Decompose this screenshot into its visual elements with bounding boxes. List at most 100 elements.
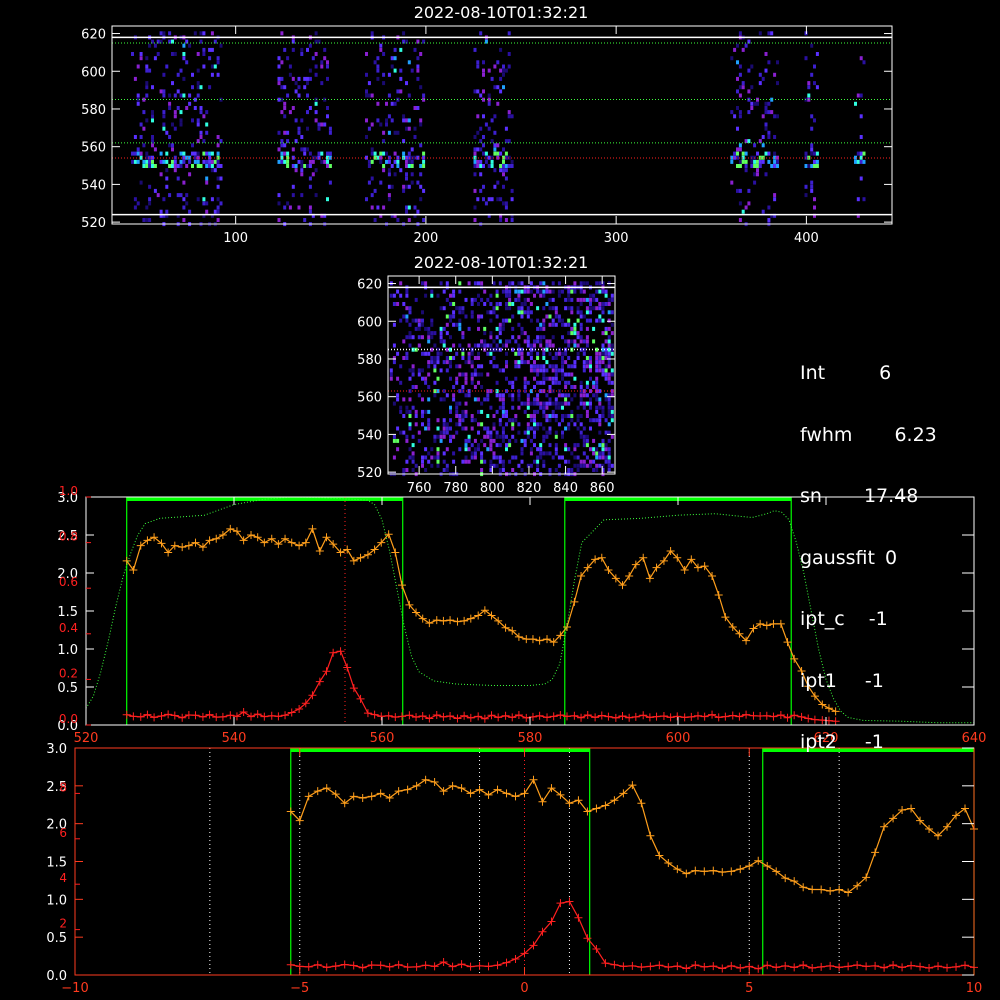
heatmap-pixel: [859, 151, 863, 156]
heatmap-pixel: [589, 360, 592, 365]
heatmap-pixel: [523, 376, 527, 381]
heatmap-pixel: [479, 93, 483, 98]
heatmap-pixel: [162, 122, 166, 127]
heatmap-pixel: [470, 426, 474, 431]
heatmap-pixel: [196, 81, 200, 86]
heatmap-pixel: [567, 339, 571, 344]
heatmap-pixel: [433, 356, 437, 360]
heatmap-pixel: [179, 93, 183, 98]
heatmap-pixel: [482, 164, 485, 168]
heatmap-pixel: [526, 297, 530, 302]
red-data-point: [349, 961, 358, 970]
heatmap-pixel: [579, 380, 583, 385]
heatmap-pixel: [526, 335, 530, 340]
heatmap-pixel: [548, 314, 552, 319]
heatmap-pixel: [508, 302, 512, 306]
heatmap-pixel: [539, 339, 543, 344]
red-data-point: [655, 961, 664, 970]
heatmap-pixel: [430, 335, 434, 340]
heatmap-pixel: [523, 297, 527, 302]
heatmap-pixel: [427, 426, 431, 431]
heatmap-pixel: [153, 147, 157, 152]
heatmap-pixel: [477, 326, 480, 331]
heatmap-pixel: [370, 205, 374, 210]
heatmap-pixel: [738, 114, 742, 119]
heatmap-pixel: [495, 364, 499, 369]
heatmap-pixel: [421, 376, 424, 381]
heatmap-pixel: [399, 405, 403, 410]
heatmap-pixel: [764, 68, 768, 73]
heatmap-pixel: [570, 306, 574, 311]
heatmap-pixel: [196, 159, 200, 164]
heatmap-pixel: [311, 56, 315, 61]
heatmap-pixel: [542, 335, 546, 340]
heatmap-pixel: [570, 451, 574, 456]
heatmap-pixel: [776, 60, 779, 65]
heatmap-pixel: [539, 368, 543, 373]
red-data-point: [164, 710, 173, 719]
heatmap-pixel: [576, 306, 580, 311]
red-data-point: [736, 963, 745, 972]
heatmap-pixel: [414, 463, 418, 468]
heatmap-pixel: [308, 164, 312, 168]
heatmap-pixel: [526, 397, 530, 402]
heatmap-pixel: [461, 356, 465, 360]
heatmap-pixel: [505, 293, 508, 298]
heatmap-pixel: [413, 47, 417, 52]
heatmap-pixel: [570, 310, 574, 315]
red-data-point: [129, 712, 138, 721]
heatmap-pixel: [408, 409, 412, 414]
heatmap-pixel: [482, 89, 485, 94]
heatmap-pixel: [470, 297, 474, 302]
heatmap-pixel: [514, 360, 518, 365]
heatmap-pixel: [297, 130, 301, 135]
heatmap-pixel: [365, 118, 368, 123]
heatmap-pixel: [738, 72, 742, 77]
heatmap-pixel: [598, 414, 602, 418]
heatmap-pixel: [502, 85, 505, 90]
middle-heatmap-title: 2022-08-10T01:32:21: [414, 253, 589, 272]
heatmap-pixel: [467, 393, 471, 398]
heatmap-pixel: [411, 335, 415, 340]
heatmap-pixel: [592, 293, 596, 298]
heatmap-pixel: [373, 218, 377, 222]
heatmap-pixel: [205, 180, 209, 185]
heatmap-pixel: [545, 343, 549, 348]
heatmap-pixel: [610, 310, 614, 315]
heatmap-pixel: [407, 118, 411, 123]
heatmap-pixel: [379, 122, 383, 127]
heatmap-pixel: [473, 447, 477, 452]
heatmap-pixel: [464, 393, 468, 398]
heatmap-pixel: [419, 184, 423, 189]
heatmap-pixel: [280, 85, 284, 90]
heatmap-pixel: [598, 463, 602, 468]
heatmap-pixel: [567, 414, 571, 418]
heatmap-pixel: [210, 164, 214, 168]
x-tick-label: 800: [480, 481, 505, 496]
heatmap-pixel: [570, 372, 574, 377]
heatmap-pixel: [145, 151, 149, 156]
heatmap-pixel: [576, 356, 580, 360]
heatmap-pixel: [548, 443, 552, 448]
heatmap-pixel: [554, 310, 558, 315]
heatmap-pixel: [199, 106, 203, 110]
heatmap-pixel: [300, 172, 304, 177]
heatmap-pixel: [417, 430, 421, 435]
heatmap-pixel: [421, 422, 424, 427]
heatmap-pixel: [486, 430, 490, 435]
heatmap-pixel: [517, 397, 521, 402]
heatmap-pixel: [607, 455, 611, 460]
heatmap-pixel: [300, 135, 304, 139]
heatmap-pixel: [280, 159, 284, 164]
heatmap-pixel: [498, 302, 502, 306]
heatmap-pixel: [427, 459, 431, 464]
heatmap-pixel: [176, 89, 180, 94]
heatmap-pixel: [542, 326, 546, 331]
heatmap-pixel: [548, 376, 552, 381]
red-data-point: [907, 961, 916, 970]
heatmap-pixel: [810, 188, 814, 193]
red-y-tick-label: 0.2: [59, 666, 78, 680]
heatmap-pixel: [545, 401, 549, 406]
heatmap-pixel: [452, 434, 456, 439]
orange-data-point: [178, 543, 187, 552]
